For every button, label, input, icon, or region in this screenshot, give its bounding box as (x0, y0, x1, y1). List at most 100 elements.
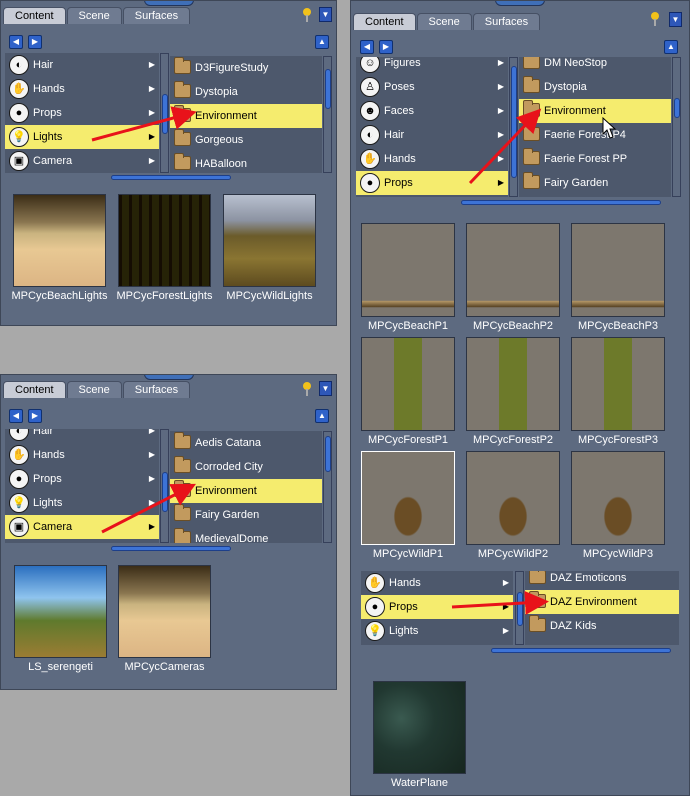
lower-category-scrollbar[interactable] (515, 571, 524, 645)
folder-item[interactable]: DM NeoStop (519, 57, 671, 75)
scroll-thumb[interactable] (517, 592, 523, 626)
content-thumbnail[interactable]: MPCycWildP1 (361, 451, 455, 561)
scroll-thumb[interactable] (325, 436, 331, 472)
pin-icon[interactable] (301, 8, 313, 22)
folder-item[interactable]: Environment (170, 104, 322, 128)
folder-item[interactable]: Gorgeous (170, 128, 322, 152)
forward-arrow-icon[interactable]: ▶ (28, 35, 42, 49)
scroll-thumb[interactable] (325, 69, 331, 109)
splitter-thumb[interactable] (461, 200, 661, 205)
folder-item[interactable]: D3FigureStudy (170, 56, 322, 80)
tab-scene[interactable]: Scene (66, 381, 122, 398)
pin-icon[interactable] (301, 382, 313, 396)
folder-item[interactable]: Fairy Garden (519, 171, 671, 195)
content-thumbnail[interactable]: MPCycWildP3 (571, 451, 665, 561)
back-arrow-icon[interactable]: ◀ (360, 40, 374, 54)
splitter[interactable] (1, 545, 336, 552)
tab-surfaces[interactable]: Surfaces (122, 7, 191, 24)
panel-menu-button[interactable]: ▼ (319, 7, 332, 22)
category-item-props[interactable]: ● Props ▶ (361, 595, 513, 619)
category-item-faces[interactable]: ☻ Faces ▶ (356, 99, 508, 123)
splitter-thumb[interactable] (491, 648, 671, 653)
content-thumbnail[interactable]: MPCycForestLights (117, 194, 212, 303)
splitter[interactable] (1, 174, 336, 181)
forward-arrow-icon[interactable]: ▶ (379, 40, 393, 54)
content-thumbnail[interactable]: MPCycBeachP2 (466, 223, 560, 333)
panel-menu-button[interactable]: ▼ (319, 381, 332, 396)
back-arrow-icon[interactable]: ◀ (9, 409, 23, 423)
category-item-lights[interactable]: 💡 Lights ▶ (5, 491, 159, 515)
category-scrollbar[interactable] (160, 53, 169, 173)
tab-content[interactable]: Content (353, 13, 416, 30)
scroll-thumb[interactable] (162, 472, 168, 512)
tab-scene[interactable]: Scene (416, 13, 472, 30)
category-item-hands[interactable]: ✋ Hands ▶ (5, 77, 159, 101)
folder-item[interactable]: Corroded City (170, 455, 322, 479)
folder-item[interactable]: Environment (519, 99, 671, 123)
up-level-icon[interactable]: ▲ (315, 35, 329, 49)
folder-item[interactable]: Faerie Forest PP (519, 147, 671, 171)
folder-item[interactable]: Fairy Garden (170, 503, 322, 527)
category-item-lights[interactable]: 💡 Lights ▶ (361, 619, 513, 643)
up-level-icon[interactable]: ▲ (315, 409, 329, 423)
folder-item[interactable]: DAZ Kids (525, 614, 679, 638)
content-thumbnail[interactable]: MPCycForestP2 (466, 337, 560, 447)
folder-item[interactable]: Environment (170, 479, 322, 503)
category-item-hair[interactable]: ◐ Hair ▶ (5, 53, 159, 77)
folder-item[interactable]: DAZ Emoticons (525, 571, 679, 590)
category-item-props[interactable]: ● Props ▶ (5, 467, 159, 491)
splitter-thumb[interactable] (111, 175, 231, 180)
category-item-props[interactable]: ● Props ▶ (5, 101, 159, 125)
lower-splitter[interactable] (351, 647, 689, 654)
content-thumbnail[interactable]: WaterPlane (373, 681, 466, 790)
category-item-hair[interactable]: ◐ Hair ▶ (356, 123, 508, 147)
up-level-icon[interactable]: ▲ (664, 40, 678, 54)
category-item-hands[interactable]: ✋ Hands ▶ (361, 571, 513, 595)
folder-item[interactable]: DAZ Environment (525, 590, 679, 614)
folder-item[interactable]: Dystopia (519, 75, 671, 99)
content-thumbnail[interactable]: MPCycForestP3 (571, 337, 665, 447)
folder-scrollbar[interactable] (672, 57, 681, 197)
splitter-thumb[interactable] (111, 546, 231, 551)
folder-item[interactable]: Faerie Forest P4 (519, 123, 671, 147)
category-item-hair[interactable]: ◐ Hair ▶ (5, 429, 159, 443)
tab-surfaces[interactable]: Surfaces (472, 13, 541, 30)
splitter[interactable] (351, 199, 689, 206)
content-thumbnail[interactable]: LS_serengeti (14, 565, 107, 674)
category-item-hands[interactable]: ✋ Hands ▶ (356, 147, 508, 171)
forward-arrow-icon[interactable]: ▶ (28, 409, 42, 423)
folder-item[interactable]: HABalloon (170, 152, 322, 173)
tab-content[interactable]: Content (3, 381, 66, 398)
content-thumbnail[interactable]: MPCycWildLights (223, 194, 316, 303)
panel-grip[interactable] (143, 375, 194, 380)
category-item-camera[interactable]: ▣ Camera ▶ (5, 515, 159, 539)
panel-grip[interactable] (143, 1, 194, 6)
tab-scene[interactable]: Scene (66, 7, 122, 24)
category-item-camera[interactable]: ▣ Camera ▶ (5, 149, 159, 173)
panel-menu-button[interactable]: ▼ (669, 12, 682, 27)
folder-item[interactable]: MedievalDome (170, 527, 322, 543)
folder-scrollbar[interactable] (323, 431, 332, 543)
content-thumbnail[interactable]: MPCycForestP1 (361, 337, 455, 447)
category-scrollbar[interactable] (160, 429, 169, 543)
folder-item[interactable]: Dystopia (170, 80, 322, 104)
category-scrollbar[interactable] (509, 57, 518, 197)
content-thumbnail[interactable]: MPCycBeachP1 (361, 223, 455, 333)
scroll-thumb[interactable] (511, 66, 517, 178)
content-thumbnail[interactable]: MPCycCameras (118, 565, 211, 674)
tab-content[interactable]: Content (3, 7, 66, 24)
pin-icon[interactable] (649, 12, 661, 26)
category-item-lights[interactable]: 💡 Lights ▶ (5, 125, 159, 149)
content-thumbnail[interactable]: MPCycBeachP3 (571, 223, 665, 333)
content-thumbnail[interactable]: MPCycWildP2 (466, 451, 560, 561)
back-arrow-icon[interactable]: ◀ (9, 35, 23, 49)
category-item-props[interactable]: ● Props ▶ (356, 171, 508, 195)
folder-item[interactable]: Aedis Catana (170, 431, 322, 455)
category-item-hands[interactable]: ✋ Hands ▶ (5, 443, 159, 467)
folder-scrollbar[interactable] (323, 56, 332, 173)
scroll-thumb[interactable] (162, 94, 168, 134)
content-thumbnail[interactable]: MPCycBeachLights (12, 194, 108, 303)
category-item-poses[interactable]: ♙ Poses ▶ (356, 75, 508, 99)
scroll-thumb[interactable] (674, 98, 680, 118)
panel-grip[interactable] (495, 1, 545, 6)
